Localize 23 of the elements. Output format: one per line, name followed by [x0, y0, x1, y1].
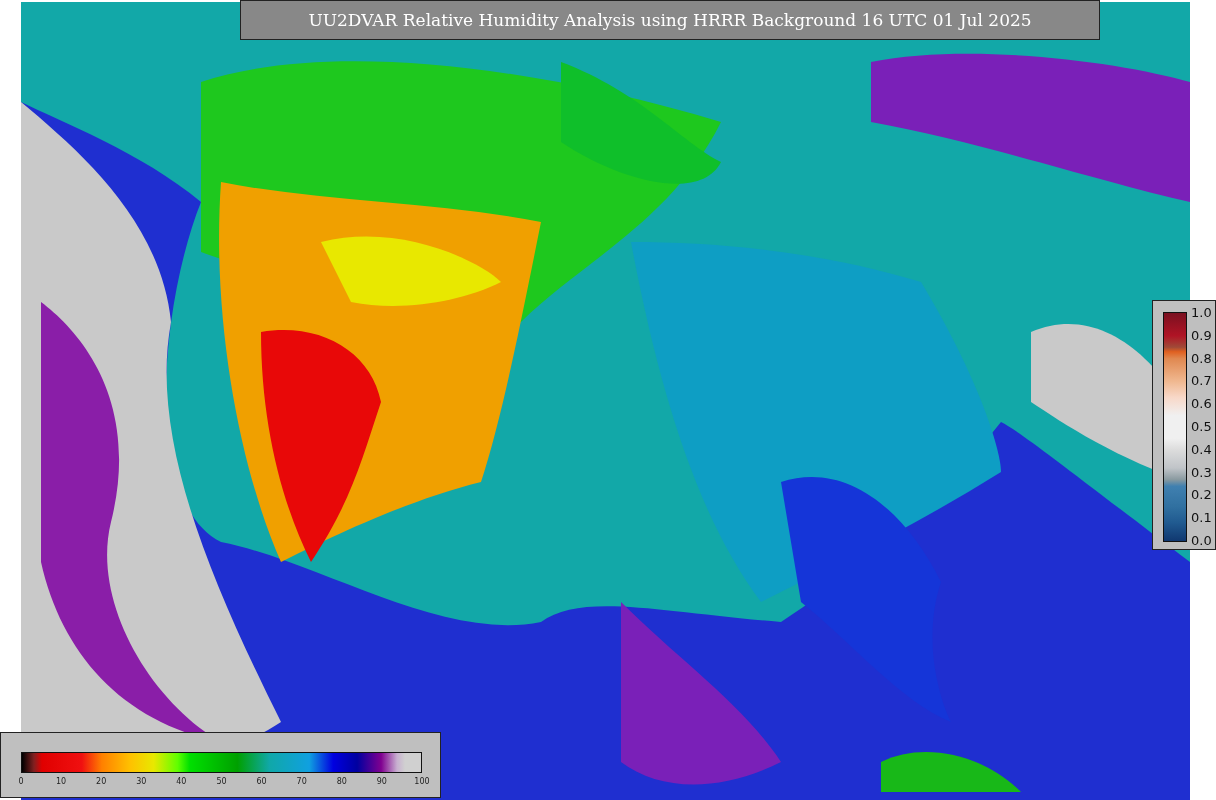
tick-label: 0.8: [1191, 351, 1212, 366]
tick-label: 0.9: [1191, 328, 1212, 343]
tick-label: 0.3: [1191, 465, 1212, 480]
tick-label: 1.0: [1191, 306, 1212, 320]
tick-label: 60: [255, 777, 268, 786]
tick-label: 40: [175, 777, 188, 786]
tick-label: 70: [295, 777, 308, 786]
tick-label: 0.7: [1191, 374, 1212, 389]
tick-label: 100: [413, 777, 431, 786]
tick-label: 0.2: [1191, 488, 1212, 503]
map-title: UU2DVAR Relative Humidity Analysis using HRRR Background 16 UTC 01 Jul 2025: [240, 0, 1100, 40]
tick-label: 50: [215, 777, 228, 786]
tick-label: 80: [335, 777, 348, 786]
tick-label: 0.1: [1191, 511, 1212, 526]
tick-label: 0.5: [1191, 420, 1212, 434]
tick-label: 90: [375, 777, 388, 786]
tick-label: 0: [17, 777, 25, 786]
tick-label: 0.4: [1191, 442, 1212, 457]
tick-label: 0.0: [1191, 533, 1212, 548]
tick-label: 20: [95, 777, 108, 786]
tick-label: 30: [135, 777, 148, 786]
tick-label: 0.6: [1191, 397, 1212, 412]
tick-label: 10: [55, 777, 68, 786]
